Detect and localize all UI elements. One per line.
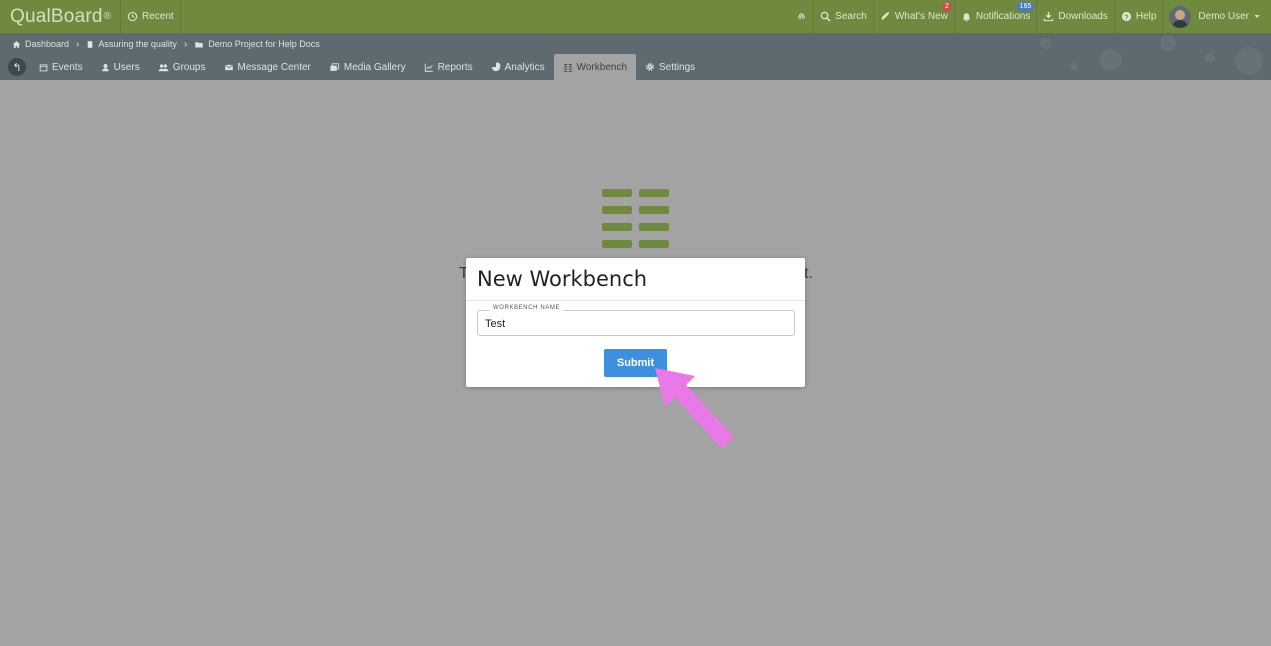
chevron-right-icon: › — [183, 38, 188, 50]
rocket-icon — [881, 11, 890, 21]
notifications-badge: 165 — [1016, 2, 1035, 12]
notifications-label: Notifications — [975, 11, 1031, 22]
tab-label: Media Gallery — [343, 61, 406, 73]
user-icon — [101, 63, 109, 71]
back-arrow-icon: ↰ — [12, 61, 22, 74]
tab-label: Settings — [659, 61, 696, 73]
images-icon — [330, 62, 339, 71]
new-workbench-modal: New Workbench WORKBENCH NAME Submit — [466, 258, 805, 387]
pie-chart-icon — [491, 62, 501, 72]
brand-mark: ® — [103, 11, 112, 22]
brand-logo[interactable]: QualBoard ® — [0, 0, 121, 33]
tab-label: Message Center — [237, 61, 311, 73]
workbench-name-field: WORKBENCH NAME — [477, 305, 795, 336]
decorative-bubble — [1040, 37, 1052, 49]
tab-label: Users — [113, 61, 140, 73]
breadcrumb-study[interactable]: Assuring the quality — [98, 39, 177, 49]
decorative-bubble — [1235, 47, 1263, 75]
modal-divider — [466, 300, 805, 301]
recent-label: Recent — [142, 11, 174, 22]
search-icon — [820, 11, 831, 22]
breadcrumb: Dashboard › Assuring the quality › Demo … — [12, 38, 320, 50]
history-icon — [127, 11, 138, 22]
building-icon — [88, 40, 93, 48]
calendar-icon — [39, 63, 48, 71]
search-label: Search — [835, 11, 867, 22]
decorative-bubble — [1070, 63, 1078, 71]
folder-icon — [195, 41, 204, 47]
notifications-button[interactable]: Notifications 165 — [955, 0, 1038, 33]
help-button[interactable]: ? Help — [1115, 0, 1164, 33]
help-icon: ? — [1121, 11, 1131, 21]
bell-icon — [962, 13, 971, 22]
tab-workbench[interactable]: Workbench — [553, 54, 637, 80]
tab-label: Events — [52, 61, 83, 73]
whats-new-badge: 2 — [941, 2, 952, 12]
gear-icon — [646, 63, 654, 71]
breadcrumb-project[interactable]: Demo Project for Help Docs — [208, 39, 320, 49]
workbench-name-input[interactable] — [485, 318, 775, 330]
tab-users[interactable]: Users — [92, 54, 149, 80]
tab-events[interactable]: Events — [30, 54, 92, 80]
decorative-bubble — [1205, 53, 1215, 63]
avatar — [1169, 5, 1192, 28]
users-icon — [158, 63, 169, 71]
decorative-bubble — [1100, 49, 1122, 71]
workbench-name-label: WORKBENCH NAME — [489, 305, 565, 311]
top-bar: QualBoard ® Recent Search What's New 2 No… — [0, 0, 1271, 33]
user-name: Demo User — [1198, 11, 1249, 22]
decorative-bubble — [1160, 35, 1176, 51]
fingerprint-button[interactable] — [790, 0, 815, 33]
project-tabs: ↰ Events Users Groups Message Center Med… — [0, 54, 704, 80]
downloads-button[interactable]: Downloads — [1037, 0, 1115, 33]
workbench-icon — [563, 63, 572, 72]
envelope-icon — [224, 64, 233, 70]
download-icon — [1044, 11, 1054, 22]
tab-groups[interactable]: Groups — [149, 54, 215, 80]
tab-media-gallery[interactable]: Media Gallery — [320, 54, 415, 80]
pointer-arrow-icon — [655, 368, 734, 449]
whats-new-label: What's New — [894, 11, 948, 22]
brand-name: QualBoard — [10, 5, 103, 27]
user-menu[interactable]: Demo User — [1163, 0, 1271, 33]
chevron-right-icon: › — [76, 38, 80, 50]
tab-settings[interactable]: Settings — [636, 54, 704, 80]
home-icon — [12, 40, 21, 48]
tab-label: Reports — [437, 61, 473, 73]
caret-down-icon — [1254, 15, 1260, 18]
tab-label: Workbench — [576, 61, 628, 73]
whats-new-button[interactable]: What's New 2 — [874, 0, 955, 33]
downloads-label: Downloads — [1058, 11, 1108, 22]
modal-title: New Workbench — [477, 267, 648, 291]
breadcrumb-dashboard[interactable]: Dashboard — [25, 39, 69, 49]
tab-label: Analytics — [504, 61, 545, 73]
tab-message-center[interactable]: Message Center — [215, 54, 320, 80]
fingerprint-icon — [798, 13, 805, 20]
empty-state-text-fragment: t. — [804, 265, 813, 282]
line-chart-icon — [424, 63, 433, 72]
tab-label: Groups — [172, 61, 206, 73]
help-label: Help — [1135, 11, 1157, 22]
search-button[interactable]: Search — [814, 0, 874, 33]
recent-button[interactable]: Recent — [121, 0, 181, 33]
back-button[interactable]: ↰ — [8, 58, 26, 76]
tab-reports[interactable]: Reports — [415, 54, 482, 80]
svg-text:?: ? — [1124, 12, 1129, 21]
tab-analytics[interactable]: Analytics — [482, 54, 554, 80]
workbench-large-icon — [602, 189, 669, 249]
